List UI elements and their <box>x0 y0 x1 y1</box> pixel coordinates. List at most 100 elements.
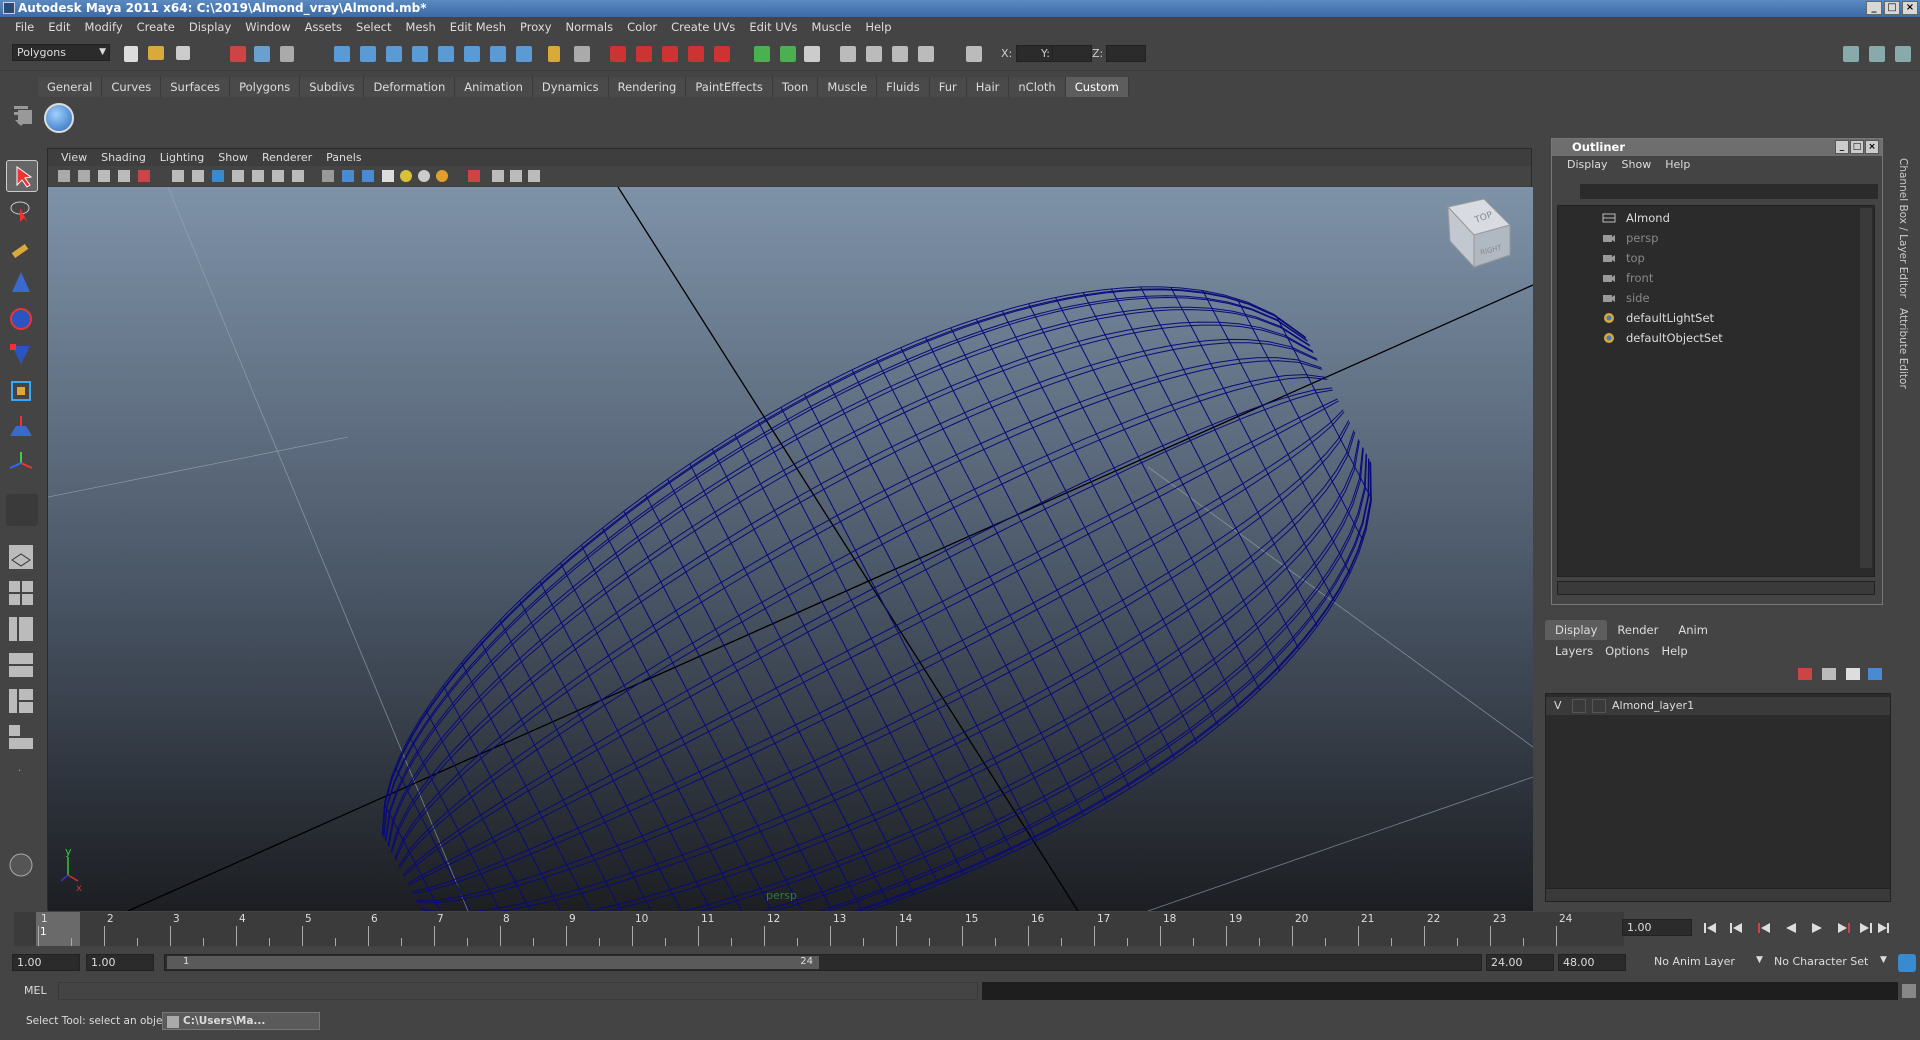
tab-animation[interactable]: Animation <box>455 77 533 97</box>
command-input[interactable] <box>58 982 978 1000</box>
playback-start-field[interactable]: 1.00 <box>86 954 154 971</box>
menu-muscle[interactable]: Muscle <box>805 20 859 34</box>
playback-end-field[interactable]: 24.00 <box>1486 954 1554 971</box>
outliner-maximize-button[interactable]: □ <box>1850 140 1864 154</box>
layer-name[interactable]: Almond_layer1 <box>1612 697 1694 715</box>
outliner-minimize-button[interactable]: _ <box>1835 140 1849 154</box>
layer-color-swatch[interactable] <box>1592 699 1606 713</box>
new-scene-icon[interactable] <box>124 46 138 62</box>
layer-template-toggle[interactable] <box>1572 699 1586 713</box>
tab-hair[interactable]: Hair <box>966 77 1010 97</box>
tab-toon[interactable]: Toon <box>772 77 819 97</box>
render-settings-icon[interactable] <box>688 46 704 62</box>
single-perspective-layout-icon[interactable] <box>6 542 38 574</box>
four-view-layout-icon[interactable] <box>6 578 38 610</box>
soft-modification-icon[interactable] <box>6 412 38 444</box>
menu-window[interactable]: Window <box>238 20 297 34</box>
manipulator-tool-icon[interactable] <box>6 376 38 408</box>
layer-list[interactable]: V Almond_layer1 <box>1545 693 1891 893</box>
tab-anim[interactable]: Anim <box>1668 620 1718 640</box>
tab-custom[interactable]: Custom <box>1065 77 1129 97</box>
toolbox-grip-icon[interactable] <box>6 100 36 130</box>
outliner-item-defaultobjectset[interactable]: defaultObjectSet <box>1626 331 1723 345</box>
layer-menu-options[interactable]: Options <box>1599 642 1655 660</box>
command-language-label[interactable]: MEL <box>24 984 47 997</box>
tab-channel-box[interactable]: Channel Box / Layer Editor <box>1897 158 1909 298</box>
outliner-item-persp[interactable]: persp <box>1626 231 1658 245</box>
absolute-transform-icon[interactable] <box>892 46 908 62</box>
menu-display[interactable]: Display <box>182 20 238 34</box>
anim-layer-dropdown[interactable]: No Anim Layer <box>1650 954 1762 971</box>
outliner-item-top[interactable]: top <box>1626 251 1645 265</box>
tab-attribute-editor[interactable]: Attribute Editor <box>1897 308 1909 389</box>
tab-fluids[interactable]: Fluids <box>877 77 930 97</box>
layer-menu-layers[interactable]: Layers <box>1549 642 1599 660</box>
lasso-tool-icon[interactable] <box>6 196 38 228</box>
tab-render[interactable]: Render <box>1607 620 1668 640</box>
tab-general[interactable]: General <box>38 77 103 97</box>
vp-menu-view[interactable]: View <box>54 149 94 166</box>
tab-dynamics[interactable]: Dynamics <box>532 77 609 97</box>
outliner-close-button[interactable]: × <box>1865 140 1879 154</box>
snap-live-icon[interactable] <box>490 46 506 62</box>
select-object-icon[interactable] <box>254 46 270 62</box>
tab-subdivs[interactable]: Subdivs <box>300 77 365 97</box>
graph-editor-layout-icon[interactable] <box>6 722 38 754</box>
tab-polygons[interactable]: Polygons <box>230 77 301 97</box>
play-backward-icon[interactable] <box>1786 923 1796 933</box>
ipr-render-icon[interactable] <box>662 46 678 62</box>
layer-horizontal-scrollbar[interactable] <box>1545 888 1891 902</box>
menu-help[interactable]: Help <box>858 20 898 34</box>
menu-assets[interactable]: Assets <box>298 20 349 34</box>
script-editor-icon[interactable] <box>1902 984 1916 998</box>
time-slider[interactable]: 1 1 2 3 4 5 6 7 8 9 10 11 12 13 14 15 16 17 18 19 20 21 22 23 24 <box>14 912 1624 946</box>
snap-grid-icon[interactable] <box>334 46 350 62</box>
hypershade-persp-layout-icon[interactable] <box>6 686 38 718</box>
maximize-button[interactable]: □ <box>1884 1 1900 15</box>
tab-rendering[interactable]: Rendering <box>608 77 687 97</box>
snap-plane-icon[interactable] <box>412 46 428 62</box>
show-channel-box-icon[interactable] <box>1895 46 1911 62</box>
menu-select[interactable]: Select <box>349 20 398 34</box>
menu-modify[interactable]: Modify <box>78 20 130 34</box>
vp-menu-shading[interactable]: Shading <box>94 149 153 166</box>
checkmark-shelf-icon[interactable] <box>44 103 74 133</box>
anim-start-field[interactable]: 1.00 <box>12 954 80 971</box>
persp-graph-layout-icon[interactable] <box>6 650 38 682</box>
layer-menu-help[interactable]: Help <box>1655 642 1693 660</box>
vp-menu-panels[interactable]: Panels <box>319 149 368 166</box>
z-field[interactable] <box>1106 45 1146 62</box>
menu-file[interactable]: File <box>8 20 41 34</box>
menu-set-dropdown[interactable]: Polygons ▼ <box>12 44 110 61</box>
vp-menu-show[interactable]: Show <box>211 149 255 166</box>
tab-display[interactable]: Display <box>1545 620 1608 640</box>
muscle-tool-icon[interactable] <box>6 850 38 882</box>
rotate-tool-icon[interactable] <box>6 304 38 336</box>
step-forward-key-icon[interactable] <box>1860 923 1872 933</box>
range-slider[interactable]: 1 24 <box>164 954 1482 971</box>
outliner-menu-display[interactable]: Display <box>1560 156 1615 174</box>
auto-key-icon[interactable] <box>1898 954 1916 972</box>
show-attribute-editor-icon[interactable] <box>1843 46 1859 62</box>
perspective-viewport[interactable]: View Shading Lighting Show Renderer Pane… <box>47 148 1533 911</box>
vp-menu-lighting[interactable]: Lighting <box>153 149 211 166</box>
outliner-menu-help[interactable]: Help <box>1658 156 1697 174</box>
last-tool-icon[interactable] <box>6 448 38 480</box>
select-hierarchy-icon[interactable] <box>230 46 246 62</box>
y-field[interactable] <box>1052 45 1092 62</box>
play-forward-icon[interactable] <box>1812 923 1822 933</box>
close-button[interactable]: × <box>1902 1 1918 15</box>
go-to-start-icon[interactable] <box>1704 923 1716 933</box>
relationship-icon[interactable] <box>804 46 820 62</box>
snap-curve-icon[interactable] <box>360 46 376 62</box>
outliner-filter-input[interactable] <box>1580 184 1878 199</box>
tab-muscle[interactable]: Muscle <box>818 77 878 97</box>
move-tool-icon[interactable] <box>6 268 38 300</box>
layout-options-icon[interactable]: · <box>6 762 38 778</box>
minimized-window-task[interactable]: C:\Users\Ma... <box>162 1012 320 1030</box>
help-icon[interactable] <box>516 46 532 62</box>
minimize-button[interactable]: _ <box>1866 1 1882 15</box>
layer-row[interactable]: V Almond_layer1 <box>1546 697 1890 715</box>
menu-create[interactable]: Create <box>130 20 182 34</box>
tab-surfaces[interactable]: Surfaces <box>161 77 231 97</box>
